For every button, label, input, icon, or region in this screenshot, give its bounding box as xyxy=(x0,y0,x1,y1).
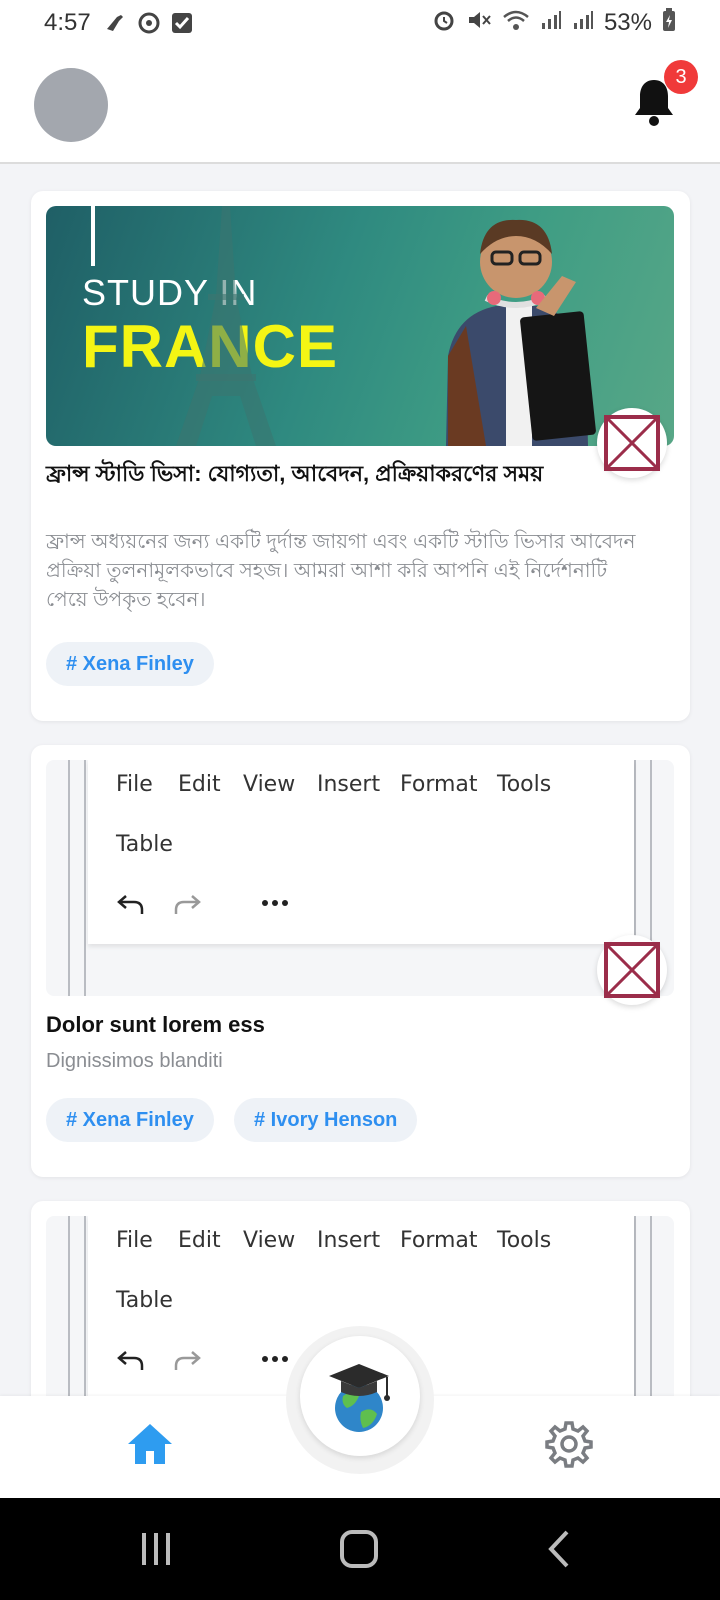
avatar[interactable] xyxy=(34,68,108,142)
editor-border xyxy=(68,760,70,996)
post-description: Dignissimos blanditi xyxy=(46,1050,223,1072)
back-icon[interactable] xyxy=(547,1529,571,1569)
status-time: 4:57 xyxy=(44,9,91,36)
menu-file: File xyxy=(116,1228,153,1253)
editor-border xyxy=(84,760,86,996)
undo-icon xyxy=(117,895,144,914)
post-banner-image: STUDY IN FRANCE xyxy=(46,206,674,446)
system-navigation-bar xyxy=(0,1498,720,1600)
bookmark-icon xyxy=(604,415,660,471)
battery-text: 53% xyxy=(603,9,652,36)
home-system-icon[interactable] xyxy=(339,1529,379,1569)
redo-icon xyxy=(174,1351,201,1370)
post-title[interactable]: Dolor sunt lorem ess xyxy=(46,1009,546,1041)
undo-icon xyxy=(117,1351,144,1370)
alarm-icon xyxy=(432,8,456,39)
more-icon xyxy=(262,900,288,906)
status-bar: 4:57 53% xyxy=(0,0,720,46)
menu-view: View xyxy=(243,772,296,797)
menu-format: Format xyxy=(400,1228,478,1253)
banner-accent-line xyxy=(91,206,95,266)
menu-file: File xyxy=(116,772,153,797)
menu-tools: Tools xyxy=(497,1228,552,1253)
menu-edit: Edit xyxy=(178,772,221,797)
student-photo xyxy=(446,219,596,446)
editor-border xyxy=(650,1216,652,1396)
mute-icon xyxy=(466,8,492,39)
menu-insert: Insert xyxy=(317,772,381,797)
notification-badge: 3 xyxy=(664,60,698,94)
bookmark-icon xyxy=(604,942,660,998)
bookmark-button[interactable] xyxy=(597,408,667,478)
graduation-globe-icon xyxy=(329,1364,390,1432)
editor-border xyxy=(634,1216,636,1396)
menu-edit: Edit xyxy=(178,1228,221,1253)
editor-border xyxy=(84,1216,86,1396)
post-description: ফ্রান্স অধ্যয়নের জন্য একটি দুর্দান্ত জা… xyxy=(46,531,636,611)
nav-home-button[interactable] xyxy=(126,1422,174,1471)
menu-format: Format xyxy=(400,772,478,797)
gear-icon xyxy=(545,1421,593,1468)
post-feed[interactable]: STUDY IN FRANCE xyxy=(0,164,720,1396)
menu-insert: Insert xyxy=(317,1228,381,1253)
editor-border xyxy=(68,1216,70,1396)
signal-icon xyxy=(540,9,562,38)
editor-toolbar: File Edit View Insert Format Tools Table xyxy=(88,760,634,944)
bookmark-button[interactable] xyxy=(597,935,667,1005)
tag-chip[interactable]: # Xena Finley xyxy=(46,642,214,686)
menu-table: Table xyxy=(116,1288,173,1313)
post-card[interactable]: STUDY IN FRANCE xyxy=(31,191,690,721)
wifi-icon xyxy=(502,8,530,39)
post-card[interactable]: File Edit View Insert Format Tools Table… xyxy=(31,745,690,1177)
signal-icon xyxy=(572,9,594,38)
battery-charging-icon xyxy=(662,7,676,39)
nav-settings-button[interactable] xyxy=(545,1420,593,1473)
call-icon xyxy=(103,11,127,35)
menu-table: Table xyxy=(116,832,173,857)
sync-icon xyxy=(137,11,161,35)
eiffel-tower-icon xyxy=(176,206,276,446)
editor-thumbnail: File Edit View Insert Format Tools Table xyxy=(46,760,674,996)
tag-chip[interactable]: # Xena Finley xyxy=(46,1098,214,1142)
nav-center-button[interactable] xyxy=(300,1336,420,1456)
post-title[interactable]: ফ্রান্স স্টাডি ভিসা: যোগ্যতা, আবেদন, প্র… xyxy=(46,458,606,490)
tag-chip[interactable]: # Ivory Henson xyxy=(234,1098,418,1142)
bottom-navigation xyxy=(0,1326,720,1498)
menu-view: View xyxy=(243,1228,296,1253)
menu-tools: Tools xyxy=(497,772,552,797)
app-header: 3 xyxy=(0,46,720,164)
home-icon xyxy=(128,1424,172,1464)
recent-apps-icon[interactable] xyxy=(138,1531,174,1567)
redo-icon xyxy=(174,895,201,914)
more-icon xyxy=(262,1356,288,1362)
check-square-icon xyxy=(171,12,193,34)
